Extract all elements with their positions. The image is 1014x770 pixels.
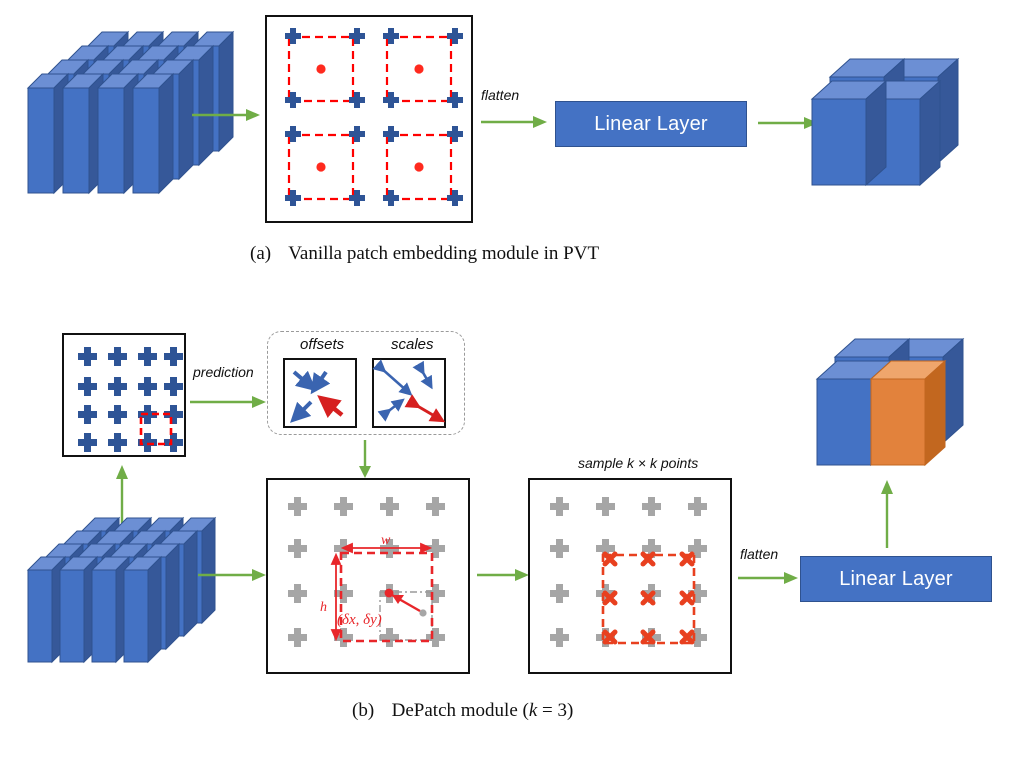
panel-a-arrow-grid-to-linear [481,112,549,132]
panel-a-caption: (a) Vanilla patch embedding module in PV… [250,243,599,265]
panel-b-prediction-label: prediction [193,364,254,380]
panel-a-caption-text: Vanilla patch embedding module in PVT [288,243,600,264]
input-volume-b-svg [26,516,217,664]
panel-a-output-blocks [810,55,977,195]
panel-b-sample-grid [528,478,732,674]
panel-b-caption-text: DePatch module ( [391,700,529,721]
feature-grid-svg [288,497,445,647]
panel-b-arrow-sample-to-linear [738,568,800,588]
panel-b-offsets-box [283,358,357,428]
panel-a-linear-layer-block[interactable]: Linear Layer [555,101,747,147]
panel-b-width-label: w [381,533,391,548]
panel-a-arrow-input-to-grid [192,105,262,125]
panel-b-scales-box [372,358,446,428]
panel-b-output-blocks [815,335,982,475]
offsets-arrows-svg [290,370,344,423]
panel-b-scales-label: scales [391,336,434,353]
panel-b-anchor-grid [62,333,186,457]
panel-b-offsets-label: offsets [300,336,345,353]
output-blocks-svg [810,57,960,187]
panel-a-caption-prefix: (a) [250,243,272,264]
panel-a-arrow-linear-to-output [758,113,820,133]
panel-a-patch-grid [265,15,473,223]
panel-b-sample-label: sample k × k points [578,455,699,471]
patch-grid-svg [285,28,463,206]
scales-arrows-svg [372,359,446,423]
output-blocks-b-svg [815,337,965,467]
panel-b-linear-layer-block[interactable]: Linear Layer [800,556,992,602]
panel-b-arrow-linear-to-output [877,478,897,550]
panel-b-caption-tail: = 3) [537,700,574,721]
panel-b-arrow-prediction [190,392,268,412]
panel-b-arrow-feature-to-sample [477,565,531,585]
panel-b-arrow-prediction-to-feature-grid [355,440,375,480]
panel-b-arrow-input-to-feature-grid [198,565,268,585]
panel-b-input-feature-blocks [26,505,238,665]
sample-grid-svg [550,497,707,647]
anchor-grid-svg [78,347,183,452]
panel-b-height-label: h [320,600,327,615]
output-block-highlight-orange [869,359,947,467]
panel-b-flatten-label: flatten [740,546,779,562]
panel-b-caption: (b) DePatch module (k = 3) [352,700,573,722]
panel-b-feature-grid [266,478,470,674]
panel-b-delta-label: (δx, δy) [337,612,382,628]
panel-b-caption-prefix: (b) [352,700,375,721]
panel-a-flatten-label: flatten [481,87,520,103]
